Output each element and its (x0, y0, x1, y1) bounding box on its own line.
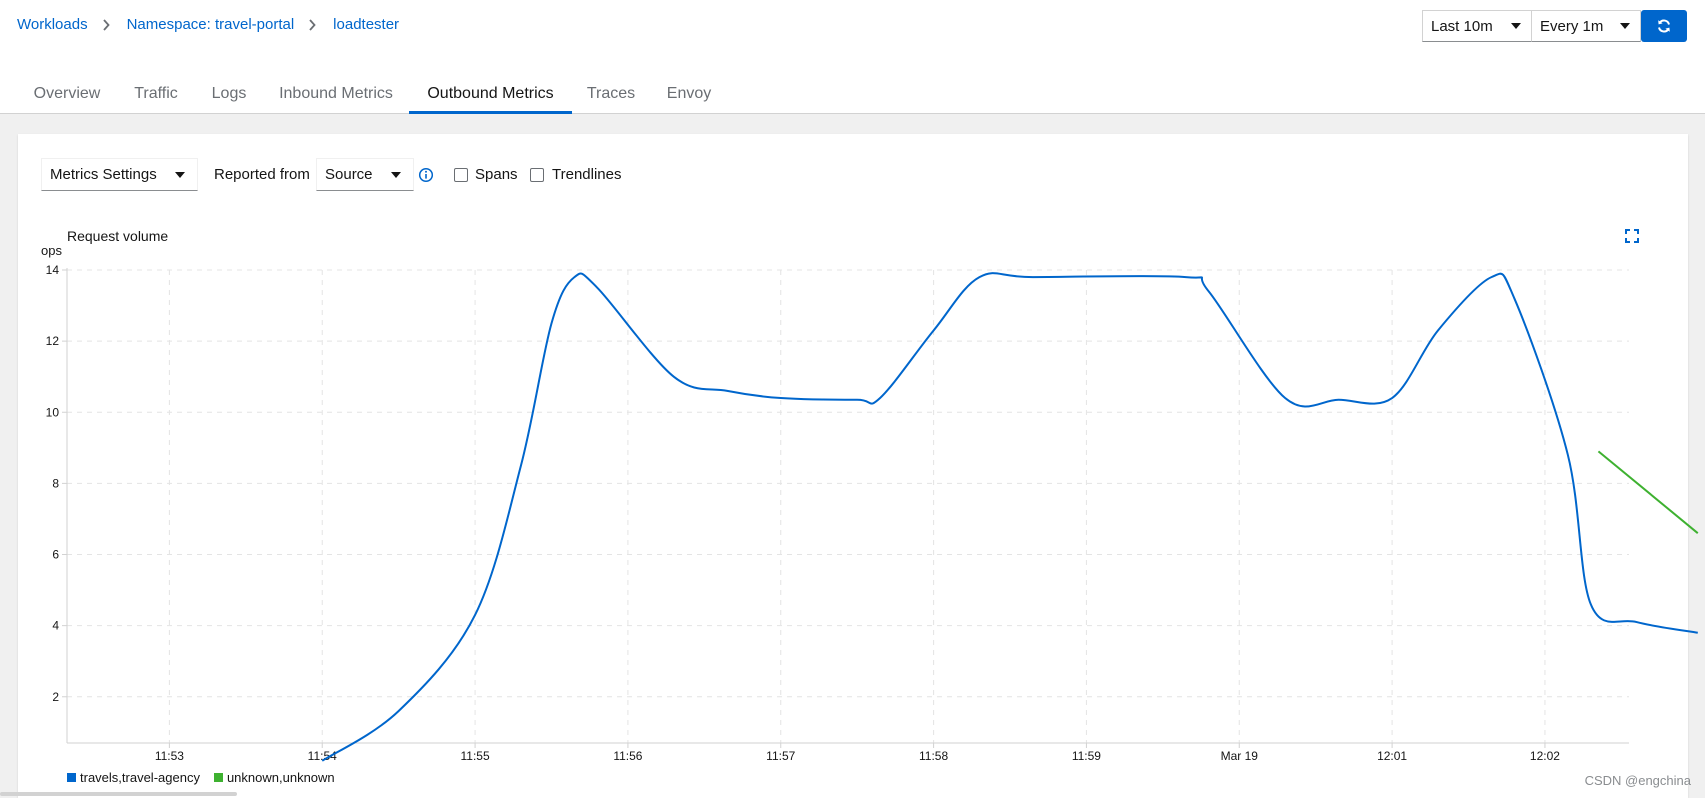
y-axis-label: ops (41, 243, 62, 258)
horizontal-scrollbar[interactable] (0, 792, 237, 796)
time-controls: Last 10m Every 1m (1422, 10, 1687, 42)
legend-item[interactable]: travels,travel-agency (67, 770, 200, 785)
duration-dropdown[interactable]: Last 10m (1422, 10, 1532, 42)
refresh-button[interactable] (1641, 10, 1687, 42)
reported-from-dropdown[interactable]: Source (316, 158, 414, 191)
legend-swatch (213, 773, 223, 782)
reported-from-label: Reported from (214, 166, 310, 183)
metrics-settings-dropdown[interactable]: Metrics Settings (41, 158, 198, 191)
spans-checkbox[interactable] (454, 168, 468, 182)
refresh-interval-dropdown[interactable]: Every 1m (1532, 10, 1641, 42)
breadcrumb-workloads[interactable]: Workloads (17, 16, 88, 33)
tab-traces[interactable]: Traces (576, 75, 646, 113)
tab-logs[interactable]: Logs (194, 75, 264, 113)
caret-down-icon (1511, 23, 1521, 29)
legend-item[interactable]: unknown,unknown (213, 770, 335, 785)
legend-label: unknown,unknown (226, 770, 335, 785)
caret-down-icon (1620, 23, 1630, 29)
refresh-interval-value: Every 1m (1540, 17, 1604, 35)
trendlines-checkbox[interactable] (530, 168, 544, 182)
caret-down-icon (175, 171, 185, 178)
tab-outbound-metrics[interactable]: Outbound Metrics (409, 75, 572, 114)
legend-label: travels,travel-agency (80, 770, 200, 785)
caret-down-icon (391, 171, 401, 178)
tab-inbound-metrics[interactable]: Inbound Metrics (268, 75, 404, 113)
reported-from-value: Source (325, 166, 373, 183)
watermark: CSDN @engchina (1584, 773, 1691, 788)
breadcrumb: Workloads Namespace: travel-portal loadt… (17, 16, 399, 33)
refresh-icon (1658, 19, 1670, 33)
breadcrumb-workload[interactable]: loadtester (333, 16, 399, 33)
trendlines-label: Trendlines (552, 166, 622, 183)
breadcrumb-namespace[interactable]: Namespace: travel-portal (127, 16, 295, 33)
chart-legend: travels,travel-agency unknown,unknown (67, 770, 349, 785)
chevron-right-icon (308, 18, 316, 32)
metrics-card (18, 134, 1688, 798)
tab-bar: Overview Traffic Logs Inbound Metrics Ou… (0, 75, 1705, 114)
chevron-right-icon (102, 18, 110, 32)
expand-icon[interactable] (1624, 228, 1640, 244)
legend-swatch (67, 773, 76, 782)
duration-value: Last 10m (1431, 17, 1493, 35)
tab-overview[interactable]: Overview (17, 75, 117, 113)
info-circle-icon[interactable] (418, 167, 434, 183)
tab-traffic[interactable]: Traffic (122, 75, 190, 113)
tab-envoy[interactable]: Envoy (650, 75, 728, 113)
chart-title: Request volume (67, 228, 169, 244)
metrics-settings-label: Metrics Settings (50, 166, 157, 183)
spans-label: Spans (475, 166, 518, 183)
